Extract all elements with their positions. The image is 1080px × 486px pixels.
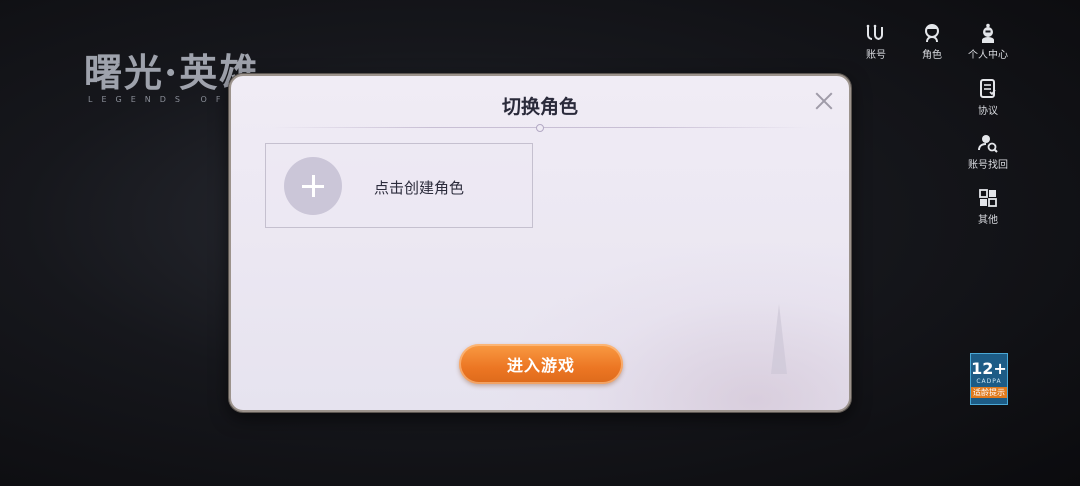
side-menu-account-recovery[interactable]: 账号找回 [963, 132, 1013, 171]
more-icon [977, 187, 999, 209]
create-character-label: 点击创建角色 [374, 179, 465, 197]
side-menu-account[interactable]: 账号 [851, 22, 901, 61]
age-rating-label: 适龄提示 [971, 387, 1007, 398]
enter-game-button[interactable]: 进入游戏 [459, 344, 623, 384]
character-icon [921, 22, 943, 44]
side-menu-user-center-label: 个人中心 [968, 50, 1008, 61]
side-menu-account-recovery-label: 账号找回 [968, 160, 1008, 171]
side-menu-more-label: 其他 [978, 215, 998, 226]
side-menu-agreement-label: 协议 [978, 106, 998, 117]
plus-icon [284, 157, 342, 215]
side-menu-character-label: 角色 [922, 50, 942, 61]
account-recovery-icon [977, 132, 999, 154]
side-menu-user-center[interactable]: 个人中心 [963, 22, 1013, 61]
close-icon[interactable] [813, 90, 835, 112]
age-rating-value: 12+ [971, 359, 1007, 378]
user-center-icon [977, 22, 999, 44]
side-menu-character[interactable]: 角色 [907, 22, 957, 61]
side-menu-agreement[interactable]: 协议 [963, 78, 1013, 117]
dialog-background-art [489, 240, 849, 410]
agreement-icon [977, 78, 999, 100]
side-menu-more[interactable]: 其他 [963, 187, 1013, 226]
account-icon [865, 22, 887, 44]
age-rating-badge[interactable]: 12+ CADPA 适龄提示 [970, 353, 1008, 405]
dialog-title: 切换角色 [501, 96, 578, 118]
switch-character-dialog: 切换角色 点击创建角色 进入游戏 [229, 74, 851, 412]
dialog-tower-decoration [771, 304, 787, 374]
title-divider-ornament [536, 124, 544, 132]
create-character-card[interactable]: 点击创建角色 [265, 143, 533, 228]
side-menu-account-label: 账号 [866, 50, 886, 61]
age-rating-tag: CADPA [976, 378, 1002, 385]
